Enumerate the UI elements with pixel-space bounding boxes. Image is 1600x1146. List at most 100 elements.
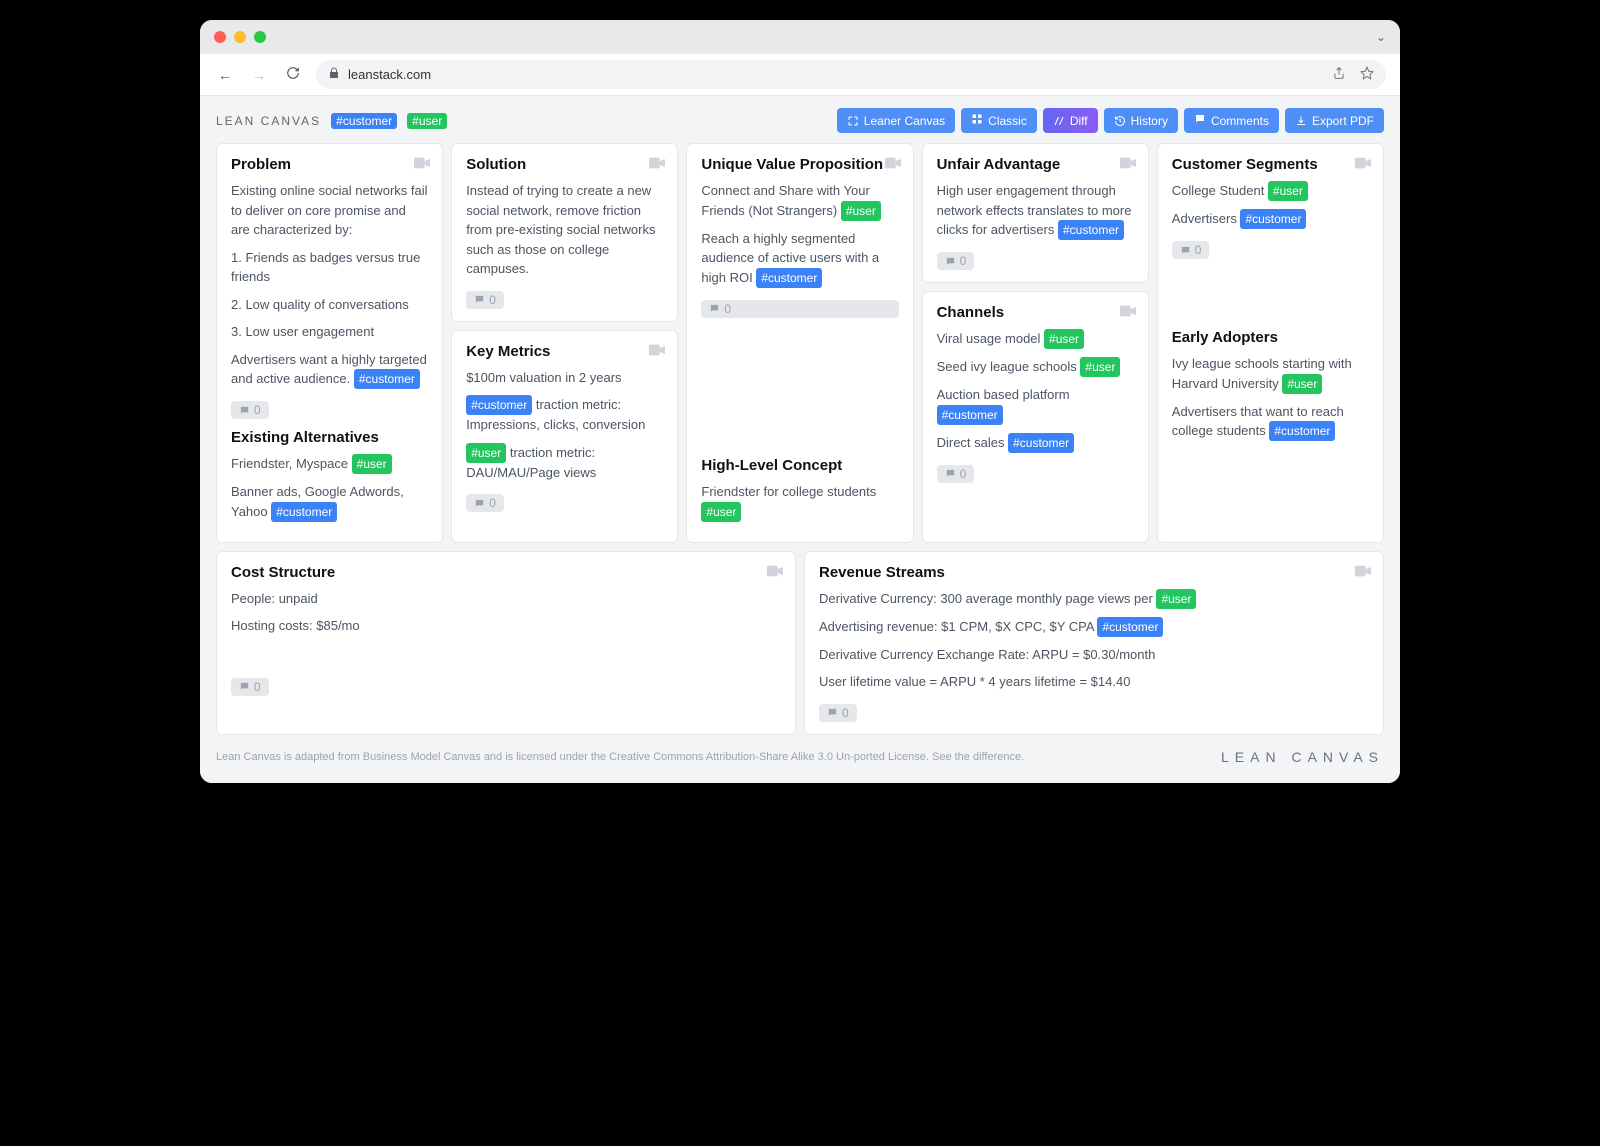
footer: Lean Canvas is adapted from Business Mod…: [216, 749, 1384, 765]
history-button[interactable]: History: [1104, 108, 1178, 133]
app-body: LEAN CANVAS #customer #user Leaner Canva…: [200, 96, 1400, 783]
solution-body: Instead of trying to create a new social…: [466, 181, 663, 279]
diff-button[interactable]: Diff: [1043, 108, 1098, 133]
channels-l3: Auction based platform #customer: [937, 385, 1134, 425]
metrics-customer: #customer traction metric: Impressions, …: [466, 395, 663, 435]
tag-customer[interactable]: #customer: [1240, 209, 1306, 229]
tag-user[interactable]: #user: [466, 443, 506, 463]
forward-button[interactable]: →: [248, 63, 270, 87]
uvp-line-2: Reach a highly segmented audience of act…: [701, 229, 898, 288]
comment-pill[interactable]: 0: [937, 252, 975, 270]
window-close-button[interactable]: [214, 31, 226, 43]
video-icon: [885, 156, 901, 172]
window-titlebar: ⌄: [200, 20, 1400, 54]
tag-user[interactable]: #user: [1156, 589, 1196, 609]
tag-user[interactable]: #user: [841, 201, 881, 221]
problem-advertisers: Advertisers want a highly targeted and a…: [231, 350, 428, 390]
tag-user[interactable]: #user: [1268, 181, 1308, 201]
cost-title: Cost Structure: [231, 564, 781, 581]
video-icon: [649, 343, 665, 359]
cost-l1: People: unpaid: [231, 589, 781, 609]
footer-brand: LEAN CANVAS: [1221, 749, 1384, 765]
browser-window: ⌄ ← → leanstack.com LEAN CANVAS #custome…: [200, 20, 1400, 783]
window-minimize-button[interactable]: [234, 31, 246, 43]
card-unfair-advantage[interactable]: Unfair Advantage High user engagement th…: [922, 143, 1149, 283]
leaner-canvas-button[interactable]: Leaner Canvas: [837, 108, 955, 133]
card-channels[interactable]: Channels Viral usage model #user Seed iv…: [922, 291, 1149, 543]
comment-pill[interactable]: 0: [819, 704, 857, 722]
card-cost-structure[interactable]: Cost Structure People: unpaid Hosting co…: [216, 551, 796, 735]
revenue-l1-text: Derivative Currency: 300 average monthly…: [819, 591, 1156, 606]
classic-button[interactable]: Classic: [961, 108, 1037, 133]
metrics-title: Key Metrics: [466, 343, 663, 360]
export-pdf-label: Export PDF: [1312, 114, 1374, 128]
comment-pill[interactable]: 0: [1172, 241, 1210, 259]
reload-button[interactable]: [282, 62, 304, 87]
comment-pill[interactable]: 0: [231, 401, 269, 419]
address-url: leanstack.com: [348, 67, 431, 82]
leaner-canvas-label: Leaner Canvas: [864, 114, 945, 128]
high-level-concept-title: High-Level Concept: [701, 457, 898, 474]
video-icon: [767, 564, 783, 580]
tag-customer[interactable]: #customer: [1008, 433, 1074, 453]
channels-l1: Viral usage model #user: [937, 329, 1134, 349]
video-icon: [1355, 564, 1371, 580]
comment-count: 0: [489, 496, 496, 510]
tag-customer[interactable]: #customer: [1269, 421, 1335, 441]
tag-user[interactable]: #user: [1282, 374, 1322, 394]
tag-customer[interactable]: #customer: [756, 268, 822, 288]
tag-user[interactable]: #user: [352, 454, 392, 474]
header-tag-customer[interactable]: #customer: [331, 113, 397, 129]
card-revenue-streams[interactable]: Revenue Streams Derivative Currency: 300…: [804, 551, 1384, 735]
tag-user[interactable]: #user: [701, 502, 741, 522]
comment-pill[interactable]: 0: [701, 300, 898, 318]
comment-pill[interactable]: 0: [231, 678, 269, 696]
tag-user[interactable]: #user: [1080, 357, 1120, 377]
browser-toolbar: ← → leanstack.com: [200, 54, 1400, 96]
tag-user[interactable]: #user: [1044, 329, 1084, 349]
revenue-l4: User lifetime value = ARPU * 4 years lif…: [819, 672, 1369, 692]
comment-pill[interactable]: 0: [466, 494, 504, 512]
share-icon[interactable]: [1332, 66, 1346, 83]
channels-l1-text: Viral usage model: [937, 331, 1044, 346]
early-adopters-title: Early Adopters: [1172, 329, 1369, 346]
header-tag-user[interactable]: #user: [407, 113, 447, 129]
comments-button[interactable]: Comments: [1184, 108, 1279, 133]
tag-customer[interactable]: #customer: [466, 395, 532, 415]
video-icon: [1120, 304, 1136, 320]
solution-title: Solution: [466, 156, 663, 173]
video-icon: [414, 156, 430, 172]
header-actions: Leaner Canvas Classic Diff History Comme…: [837, 108, 1384, 133]
star-icon[interactable]: [1360, 66, 1374, 83]
address-bar[interactable]: leanstack.com: [316, 60, 1386, 89]
channels-l4-text: Direct sales: [937, 435, 1009, 450]
comment-pill[interactable]: 0: [937, 465, 975, 483]
app-header: LEAN CANVAS #customer #user Leaner Canva…: [216, 108, 1384, 133]
tag-customer[interactable]: #customer: [354, 369, 420, 389]
tag-customer[interactable]: #customer: [271, 502, 337, 522]
revenue-title: Revenue Streams: [819, 564, 1369, 581]
comment-pill[interactable]: 0: [466, 291, 504, 309]
card-key-metrics[interactable]: Key Metrics $100m valuation in 2 years #…: [451, 330, 678, 543]
tag-customer[interactable]: #customer: [1058, 220, 1124, 240]
tag-customer[interactable]: #customer: [1097, 617, 1163, 637]
window-maximize-button[interactable]: [254, 31, 266, 43]
revenue-l2-text: Advertising revenue: $1 CPM, $X CPC, $Y …: [819, 619, 1097, 634]
tag-customer[interactable]: #customer: [937, 405, 1003, 425]
channels-l2-text: Seed ivy league schools: [937, 359, 1081, 374]
chevron-down-icon[interactable]: ⌄: [1376, 30, 1386, 44]
card-customer-segments[interactable]: Customer Segments College Student #user …: [1157, 143, 1384, 543]
card-solution[interactable]: Solution Instead of trying to create a n…: [451, 143, 678, 322]
segments-title: Customer Segments: [1172, 156, 1369, 173]
back-button[interactable]: ←: [214, 63, 236, 87]
lock-icon: [328, 67, 340, 82]
problem-title: Problem: [231, 156, 428, 173]
export-pdf-button[interactable]: Export PDF: [1285, 108, 1384, 133]
footer-note: Lean Canvas is adapted from Business Mod…: [216, 751, 1024, 763]
comment-count: 0: [724, 302, 731, 316]
segments-l1: College Student #user: [1172, 181, 1369, 201]
channels-l4: Direct sales #customer: [937, 433, 1134, 453]
metrics-valuation: $100m valuation in 2 years: [466, 368, 663, 388]
card-uvp[interactable]: Unique Value Proposition Connect and Sha…: [686, 143, 913, 543]
card-problem[interactable]: Problem Existing online social networks …: [216, 143, 443, 543]
